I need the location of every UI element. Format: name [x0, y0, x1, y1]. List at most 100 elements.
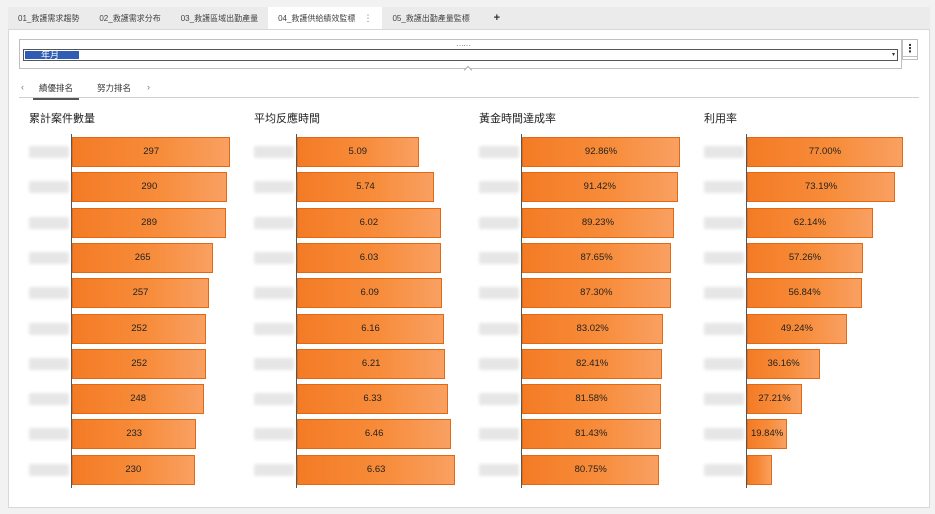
- category-label-redacted: [479, 181, 519, 194]
- chart-title: 利用率: [704, 113, 737, 125]
- bar-value-label: 265: [134, 251, 151, 263]
- category-label-redacted: [704, 181, 744, 194]
- category-label-redacted: [704, 251, 744, 264]
- bar-value-label: [747, 455, 772, 485]
- bar-value-label: 89.23%: [581, 216, 615, 228]
- tab-label: 03_救護區域出勤產量: [180, 13, 259, 23]
- category-label-redacted: [254, 146, 294, 158]
- tab-label: 02_救護需求分布: [99, 13, 161, 23]
- category-label-redacted: [29, 216, 69, 229]
- bar-value-label: 6.46: [364, 428, 384, 440]
- category-label-redacted: [254, 181, 294, 194]
- report-tab-bar: 01_救護需求趨勢 02_救護需求分布 03_救護區域出勤產量 04_救護供給績…: [8, 7, 930, 29]
- bar-value-label: 6.03: [359, 251, 379, 263]
- chart-title: 黃金時間達成率: [479, 113, 556, 125]
- chart-utilization-rate: 利用率 77.00% 73.19% 62.14% 57.26% 56.84% 49.24%…: [704, 110, 914, 490]
- chevron-left-icon[interactable]: ‹: [21, 82, 24, 92]
- bar-value-label: 87.30%: [580, 287, 613, 299]
- chevron-right-icon[interactable]: ›: [147, 82, 150, 92]
- category-label-redacted: [254, 428, 294, 441]
- report-canvas: ⋯⋯ 年月 ▾ ⋮ ‹ 績優排名 努力排名 › 累計案件數量 297 290 289…: [8, 29, 930, 508]
- bar-value-label: 297: [143, 146, 160, 157]
- bar-value-label: 36.16%: [767, 357, 800, 369]
- category-label-redacted: [704, 146, 744, 158]
- filter-menu-icon[interactable]: ⋮: [902, 39, 918, 57]
- bar-value-label: 230: [125, 463, 142, 475]
- tab-more-icon[interactable]: ⋮: [363, 13, 372, 24]
- tab-label: 04_救護供給績效監標: [278, 13, 356, 23]
- category-label-redacted: [29, 428, 69, 441]
- category-label-redacted: [254, 251, 294, 264]
- bar-value-label: 6.09: [360, 287, 379, 299]
- tab-01[interactable]: 01_救護需求趨勢: [8, 7, 89, 29]
- category-label-redacted: [479, 393, 519, 406]
- bar-value-label: 62.14%: [793, 216, 827, 228]
- bar-value-label: 257: [132, 287, 149, 299]
- subtab-improve-ranking[interactable]: 努力排名: [97, 82, 131, 94]
- chart-golden-time-rate: 黃金時間達成率 92.86% 91.42% 89.23% 87.65% 87.30% 83…: [479, 110, 689, 490]
- category-label-redacted: [479, 287, 519, 300]
- tab-05[interactable]: 05_救護出勤產量監標: [382, 7, 479, 29]
- bar-value-label: 289: [141, 216, 157, 228]
- category-label-redacted: [704, 216, 744, 229]
- chart-title: 平均反應時間: [254, 113, 320, 125]
- app-frame: 01_救護需求趨勢 02_救護需求分布 03_救護區域出勤產量 04_救護供給績…: [0, 0, 935, 514]
- category-label-redacted: [254, 357, 294, 370]
- tab-03[interactable]: 03_救護區域出勤產量: [171, 7, 268, 29]
- category-label-redacted: [254, 322, 294, 335]
- bar-value-label: 82.41%: [576, 357, 609, 369]
- bar-value-label: 80.75%: [574, 463, 607, 475]
- category-label-redacted: [254, 287, 294, 300]
- bar-value-label: 6.16: [361, 322, 380, 334]
- bar-value-label: 233: [126, 428, 143, 440]
- category-label-redacted: [29, 322, 69, 335]
- category-label-redacted: [479, 463, 519, 476]
- category-label-redacted: [29, 393, 69, 406]
- chart-title: 累計案件數量: [29, 113, 95, 125]
- tab-label: 01_救護需求趨勢: [18, 13, 80, 23]
- bar-value-label: 27.21%: [758, 393, 791, 405]
- bar-value-label: 81.43%: [575, 428, 608, 440]
- bar-value-label: 91.42%: [583, 181, 616, 193]
- category-label-redacted: [29, 146, 69, 158]
- bar-value-label: 6.33: [363, 393, 382, 405]
- tab-04[interactable]: 04_救護供給績效監標 ⋮: [268, 7, 383, 29]
- bar-value-label: 248: [130, 393, 147, 405]
- bar-value-label: 6.63: [366, 463, 386, 475]
- bar-value-label: 56.84%: [788, 287, 821, 299]
- category-label-redacted: [29, 181, 69, 194]
- category-label-redacted: [704, 322, 744, 335]
- bar-value-label: 87.65%: [580, 251, 613, 263]
- category-label-redacted: [479, 251, 519, 264]
- category-label-redacted: [704, 393, 744, 406]
- category-label-redacted: [29, 251, 69, 264]
- bar-value-label: 6.02: [359, 216, 379, 228]
- filter-menu-shadow: [902, 57, 918, 60]
- category-label-redacted: [704, 428, 744, 441]
- bar-value-label: 6.21: [361, 357, 381, 369]
- add-tab-button[interactable]: +: [488, 7, 506, 29]
- category-label-redacted: [254, 216, 294, 229]
- bar-value-label: 252: [131, 357, 148, 369]
- chart-response-time: 平均反應時間 5.09 5.74 6.02 6.03 6.09 6.16 6.21 6.33 6…: [254, 110, 464, 490]
- chevron-down-icon[interactable]: ▾: [892, 51, 895, 58]
- year-month-filter[interactable]: 年月 ▾: [23, 49, 898, 61]
- bar-value-label: 57.26%: [788, 251, 822, 263]
- category-label-redacted: [29, 357, 69, 370]
- bar-value-label: 252: [131, 322, 148, 334]
- tab-02[interactable]: 02_救護需求分布: [89, 7, 170, 29]
- category-label-redacted: [29, 463, 69, 476]
- category-label-redacted: [479, 322, 519, 335]
- sub-tab-bar: ‹ 績優排名 努力排名 ›: [19, 78, 919, 100]
- category-label-redacted: [704, 463, 744, 476]
- bar-value-label: 83.02%: [576, 322, 609, 334]
- chart-case-count: 累計案件數量 297 290 289 265 257 252 252 248 233 230: [29, 110, 239, 490]
- bar-value-label: 5.09: [348, 146, 368, 157]
- subtab-top-ranking[interactable]: 績優排名: [33, 82, 80, 100]
- category-label-redacted: [479, 428, 519, 441]
- bar-value-label: 73.19%: [804, 181, 838, 193]
- bar-value-label: 81.58%: [575, 393, 608, 405]
- category-label-redacted: [479, 216, 519, 229]
- filter-selected-value: 年月: [25, 51, 79, 60]
- category-label-redacted: [479, 357, 519, 370]
